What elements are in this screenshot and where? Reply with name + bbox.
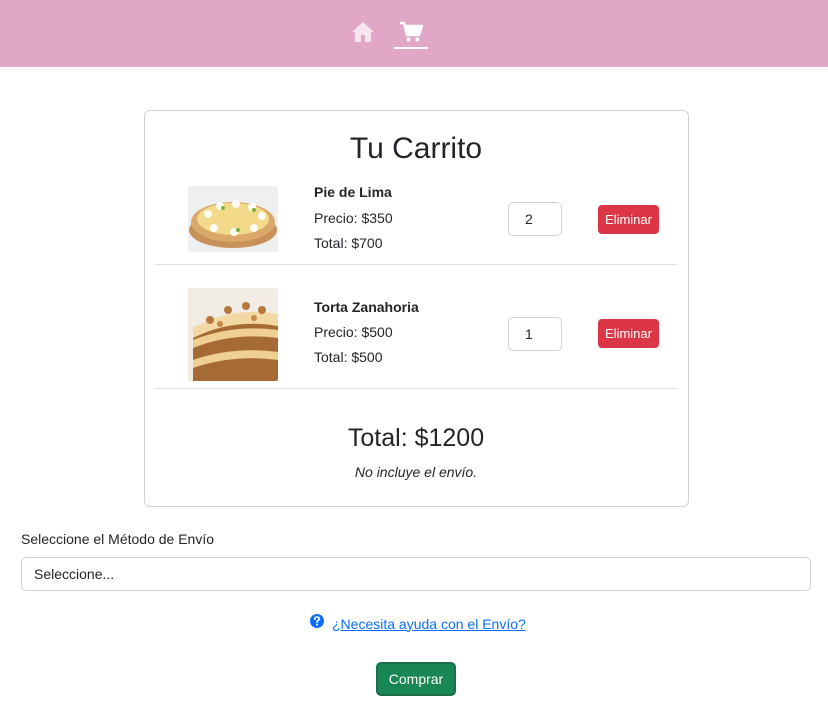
item-price: Precio: $350 <box>314 210 393 226</box>
cart-grand-total: Total: $1200 <box>347 424 485 452</box>
cart-title: Tu Carrito <box>349 132 483 165</box>
quantity-input[interactable]: 1 <box>508 317 562 351</box>
question-circle-icon <box>310 614 324 633</box>
remove-item-button[interactable]: Eliminar <box>598 205 659 234</box>
item-total: Total: $500 <box>314 349 383 365</box>
item-name: Torta Zanahoria <box>314 299 419 315</box>
item-total: Total: $700 <box>314 235 383 251</box>
buy-button[interactable]: Comprar <box>376 662 456 696</box>
item-name: Pie de Lima <box>314 184 392 200</box>
shipping-method-select[interactable]: Seleccione... <box>21 557 811 591</box>
product-image-pie-de-lima <box>188 186 278 252</box>
shipping-help-text[interactable]: ¿Necesita ayuda con el Envío? <box>332 616 526 632</box>
navbar <box>0 0 828 67</box>
product-image-torta-zanahoria <box>188 288 278 381</box>
item-divider <box>155 388 677 389</box>
remove-item-button[interactable]: Eliminar <box>598 319 659 348</box>
shipping-help-link[interactable]: ¿Necesita ayuda con el Envío? <box>310 614 526 633</box>
quantity-input[interactable]: 2 <box>508 202 562 236</box>
item-price: Precio: $500 <box>314 324 393 340</box>
cart-icon[interactable] <box>397 18 425 46</box>
item-divider <box>155 264 677 265</box>
active-tab-indicator <box>394 47 428 49</box>
shipping-method-label: Seleccione el Método de Envío <box>21 531 215 547</box>
shipping-note: No incluye el envío. <box>354 464 478 480</box>
home-icon[interactable] <box>349 18 377 46</box>
